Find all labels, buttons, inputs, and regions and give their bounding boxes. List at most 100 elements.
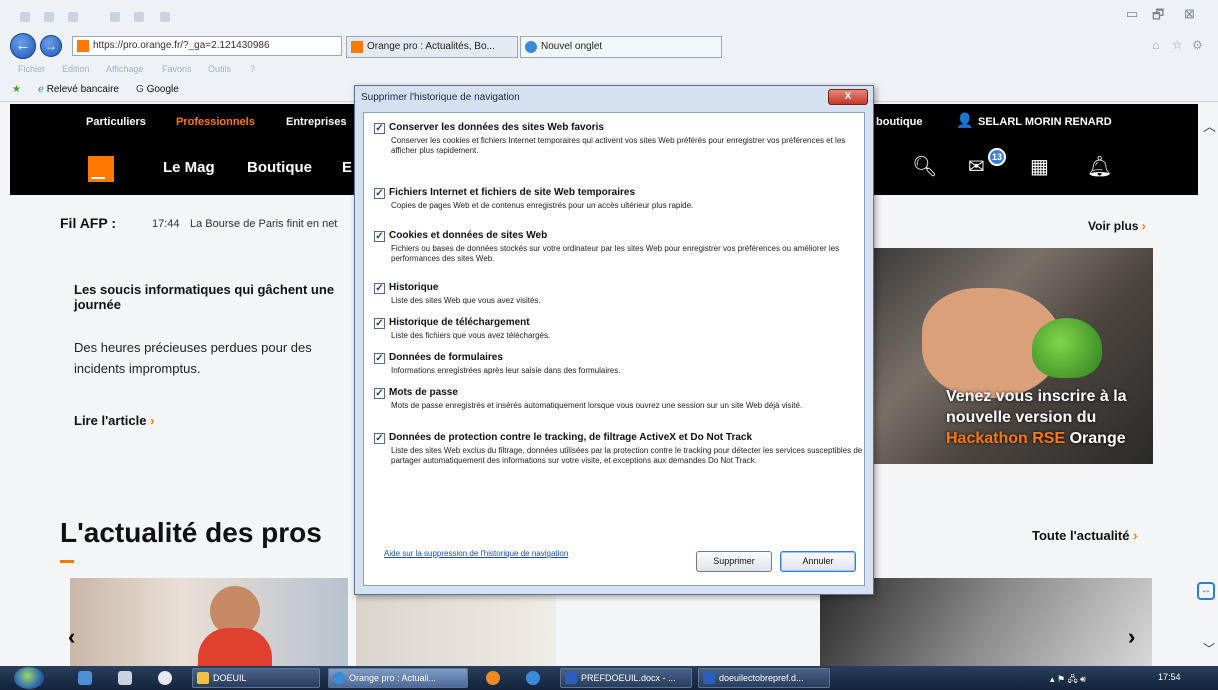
read-article-link[interactable]: Lire l'article › (74, 413, 154, 428)
desktop-icon[interactable] (78, 671, 92, 685)
notification-bell-icon[interactable]: 🔔︎ (1087, 154, 1112, 179)
back-button[interactable]: ← (10, 33, 36, 59)
maximize-button[interactable]: 🗗 (1152, 6, 1164, 28)
option-description: Mots de passe enregistrés et insérés aut… (391, 401, 803, 410)
task-label: DOEUIL (213, 673, 247, 683)
menu-edit[interactable]: Edition (62, 64, 90, 74)
nav-entreprises[interactable]: Entreprises (286, 116, 347, 128)
tab-new-tab[interactable]: Nouvel onglet (520, 36, 722, 58)
voir-plus-link[interactable]: Voir plus › (1088, 219, 1146, 233)
option-title: Conserver les données des sites Web favo… (389, 122, 604, 133)
favorites-star-icon[interactable]: ☆ (1172, 38, 1183, 52)
nav-particuliers[interactable]: Particuliers (86, 116, 146, 128)
dialog-close-button[interactable]: X (828, 89, 868, 105)
checkbox-checked[interactable]: ✓ (374, 283, 385, 294)
scroll-up-arrow-icon[interactable]: ︿ (1203, 116, 1216, 135)
apps-grid-icon[interactable]: ▦ (1030, 154, 1049, 179)
menu-view[interactable]: Affichage (106, 64, 143, 74)
menu-help[interactable]: ? (250, 64, 255, 74)
settings-gear-icon[interactable]: ⚙ (1192, 38, 1203, 52)
app-icon[interactable] (158, 671, 172, 685)
hero-hackathon: Hackathon RSE (946, 430, 1066, 447)
hero-banner[interactable]: Venez vous inscrire à la nouvelle versio… (872, 248, 1153, 464)
option-description: Conserver les cookies et fichiers Intern… (391, 136, 846, 155)
nav-boutique[interactable]: boutique (876, 116, 922, 128)
option-title: Cookies et données de sites Web (389, 230, 548, 241)
address-bar[interactable]: https://pro.orange.fr/?_ga=2.121430986 (72, 36, 342, 56)
option-title: Fichiers Internet et fichiers de site We… (389, 187, 636, 198)
checkbox-checked[interactable]: ✓ (374, 231, 385, 242)
afp-headline[interactable]: La Bourse de Paris finit en net (190, 218, 337, 230)
nav-le-mag[interactable]: Le Mag (163, 159, 215, 176)
search-icon[interactable]: 🔍︎ (912, 154, 937, 179)
site-favicon (77, 40, 89, 52)
task-doeuil[interactable]: DOEUIL (192, 668, 320, 688)
option-title: Historique de téléchargement (389, 317, 530, 328)
delete-history-dialog: Supprimer l'historique de navigation X ✓… (354, 85, 874, 595)
feedback-side-icon[interactable]: ↔ (1197, 582, 1215, 600)
add-favorite-icon[interactable]: ★ (12, 84, 21, 95)
quick-launch-icon[interactable] (68, 12, 78, 22)
settings-icon[interactable] (118, 671, 132, 685)
quick-launch-icon[interactable] (110, 12, 120, 22)
carousel-next-icon[interactable]: › (1128, 624, 1135, 650)
quick-launch-icon[interactable] (20, 12, 30, 22)
chrome-icon[interactable] (526, 671, 540, 685)
checkbox-checked[interactable]: ✓ (374, 123, 385, 134)
task-prefdoeuil[interactable]: PREFDOEUIL.docx - ... (560, 668, 692, 688)
checkbox-checked[interactable]: ✓ (374, 388, 385, 399)
option-description: Informations enregistrées après leur sai… (391, 366, 621, 375)
task-label: Orange pro : Actuali... (349, 673, 437, 683)
carousel-prev-icon[interactable]: ‹ (68, 624, 75, 650)
dialog-title: Supprimer l'historique de navigation (361, 92, 520, 103)
cancel-button[interactable]: Annuler (780, 551, 856, 572)
browser-titlebar: ▭ 🗗 ⊠ (0, 0, 1218, 30)
account-name[interactable]: SELARL MORIN RENARD (978, 116, 1112, 128)
menu-tools[interactable]: Outils (208, 64, 231, 74)
system-tray[interactable]: ▴ ⚑ 🖧 🔊︎ (1050, 672, 1086, 688)
checkbox-checked[interactable]: ✓ (374, 353, 385, 364)
quick-launch-icon[interactable] (160, 12, 170, 22)
option-description: Liste des sites Web que vous avez visité… (391, 296, 541, 305)
menu-favorites[interactable]: Favoris (162, 64, 192, 74)
mail-icon[interactable]: ✉ (968, 154, 985, 179)
hero-line1: Venez vous inscrire à la (946, 388, 1127, 405)
windows-taskbar: DOEUIL Orange pro : Actuali... PREFDOEUI… (0, 666, 1218, 690)
delete-button[interactable]: Supprimer (696, 551, 772, 572)
quick-launch-icon[interactable] (44, 12, 54, 22)
orange-logo[interactable] (88, 156, 114, 182)
option-title: Mots de passe (389, 387, 458, 398)
help-link[interactable]: Aide sur la suppression de l'historique … (384, 549, 568, 558)
start-button[interactable] (14, 667, 44, 689)
nav-boutique-main[interactable]: Boutique (247, 159, 312, 176)
menu-file[interactable]: Fichier (18, 64, 45, 74)
nav-partial-item[interactable]: E (342, 159, 352, 176)
nav-professionnels[interactable]: Professionnels (176, 116, 255, 128)
checkbox-checked[interactable]: ✓ (374, 318, 385, 329)
tab-orange-pro[interactable]: Orange pro : Actualités, Bo... (346, 36, 518, 58)
fav-google[interactable]: G Google (136, 84, 179, 95)
all-news-link[interactable]: Toute l'actualité › (1032, 528, 1137, 543)
close-window-button[interactable]: ⊠ (1184, 6, 1195, 22)
ie-page-icon: ℯ (38, 84, 44, 95)
checkbox-checked[interactable]: ✓ (374, 433, 385, 444)
afp-label: Fil AFP : (60, 215, 116, 231)
task-label: doeuilectobrepref.d... (719, 673, 804, 683)
task-doeuilectobrepref[interactable]: doeuilectobrepref.d... (698, 668, 830, 688)
checkbox-checked[interactable]: ✓ (374, 188, 385, 199)
fav-bank-statement[interactable]: ℯ Relevé bancaire (38, 84, 119, 95)
article-title[interactable]: Les soucis informatiques qui gâchent une… (74, 282, 344, 312)
forward-button[interactable]: → (40, 35, 62, 57)
menu-bar: Fichier Edition Affichage Favoris Outils… (0, 60, 1218, 80)
section-title: L'actualité des pros (60, 517, 322, 548)
task-orange-pro[interactable]: Orange pro : Actuali... (328, 668, 468, 688)
scroll-down-arrow-icon[interactable]: ﹀ (1203, 640, 1215, 657)
ie-icon (525, 41, 537, 53)
carousel-image-shop[interactable] (70, 578, 348, 666)
minimize-button[interactable]: ▭ (1126, 6, 1138, 22)
firefox-icon[interactable] (486, 671, 500, 685)
quick-launch-icon[interactable] (134, 12, 144, 22)
option-description: Liste des sites Web exclus du filtrage, … (391, 446, 863, 465)
option-title: Données de protection contre le tracking… (389, 432, 753, 443)
home-icon[interactable]: ⌂ (1152, 38, 1159, 52)
